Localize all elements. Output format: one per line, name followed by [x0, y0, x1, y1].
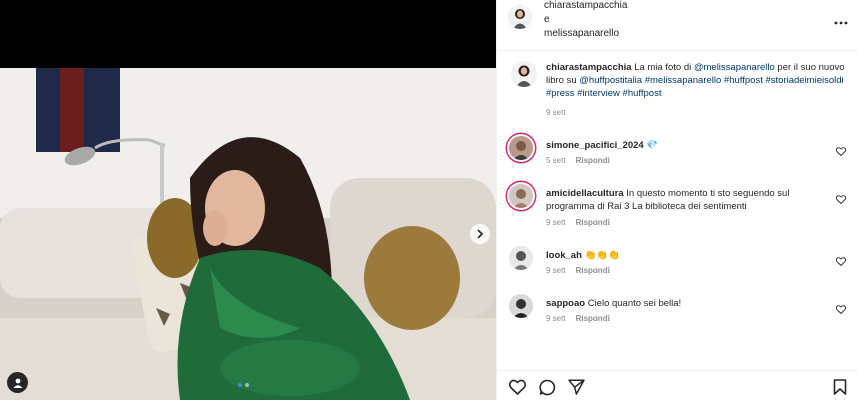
post-media: [0, 0, 496, 400]
comment-like-button[interactable]: [835, 143, 847, 161]
comment-like-button[interactable]: [835, 301, 847, 319]
comment-text: look_ah 👏👏👏: [546, 249, 816, 262]
authors-conjunction: e: [544, 14, 550, 25]
comment-time: 9 sett: [546, 218, 566, 227]
reply-button[interactable]: Rispondi: [576, 156, 610, 165]
tagged-users-button[interactable]: [7, 372, 28, 393]
caption-body-1: La mia foto di: [634, 62, 694, 73]
heart-icon: [508, 379, 527, 396]
caption-mention-2[interactable]: @huffpostitalia: [579, 75, 642, 86]
more-options-icon: [834, 21, 848, 25]
post-header: chiarastampacchia e melissapanarello: [497, 0, 857, 51]
heart-icon: [835, 257, 847, 267]
commenter-avatar[interactable]: [509, 294, 533, 318]
reply-button[interactable]: Rispondi: [576, 314, 610, 323]
reply-button[interactable]: Rispondi: [576, 218, 610, 227]
save-button[interactable]: [833, 379, 847, 400]
comment-text: simone_pacifici_2024 💎: [546, 139, 816, 152]
comment-body: 👏👏👏: [584, 250, 621, 261]
user-icon: [13, 378, 22, 388]
caption-username[interactable]: chiarastampacchia: [546, 62, 632, 73]
carousel-next-button[interactable]: [470, 224, 490, 244]
comment-time: 5 sett: [546, 156, 566, 165]
caption-mention-1[interactable]: @melissapanarello: [694, 62, 775, 73]
caption-avatar[interactable]: [511, 61, 537, 87]
post-authors: chiarastampacchia e melissapanarello: [544, 0, 627, 40]
like-button[interactable]: [508, 379, 527, 400]
carousel-dot: [245, 383, 249, 387]
post-actions: [497, 370, 857, 401]
comment-username[interactable]: amicidellacultura: [546, 188, 624, 199]
comment-meta: 5 sett Rispondi: [546, 156, 610, 165]
comment-text: amicidellacultura In questo momento ti s…: [546, 187, 816, 213]
caption-time: 9 sett: [546, 108, 566, 117]
author-username[interactable]: chiarastampacchia: [544, 0, 627, 12]
comment-meta: 9 sett Rispondi: [546, 314, 610, 323]
comment-body: 💎: [646, 140, 659, 151]
comment-like-button[interactable]: [835, 253, 847, 271]
heart-icon: [835, 305, 847, 315]
commenter-avatar[interactable]: [509, 136, 533, 160]
commenter-avatar[interactable]: [509, 246, 533, 270]
post-photo[interactable]: [0, 68, 496, 400]
save-icon: [833, 379, 847, 395]
comment-username[interactable]: simone_pacifici_2024: [546, 140, 644, 151]
heart-icon: [835, 147, 847, 157]
comment-username[interactable]: look_ah: [546, 250, 582, 261]
carousel-dots: [238, 383, 249, 387]
share-icon: [568, 379, 585, 395]
post-sidebar: chiarastampacchia e melissapanarello chi…: [496, 0, 857, 400]
heart-icon: [835, 195, 847, 205]
author-avatar[interactable]: [508, 5, 532, 29]
comment-body: Cielo quanto sei bella!: [587, 298, 682, 309]
reply-button[interactable]: Rispondi: [576, 266, 610, 275]
comment-time: 9 sett: [546, 314, 566, 323]
more-options-button[interactable]: [834, 12, 848, 28]
comment-meta: 9 sett Rispondi: [546, 218, 610, 227]
comment-meta: 9 sett Rispondi: [546, 266, 610, 275]
commenter-avatar[interactable]: [509, 184, 533, 208]
comment-time: 9 sett: [546, 266, 566, 275]
share-button[interactable]: [568, 379, 585, 400]
comment-button[interactable]: [539, 379, 556, 401]
chevron-right-icon: [477, 229, 484, 239]
comment-like-button[interactable]: [835, 191, 847, 209]
comment-icon: [539, 379, 556, 396]
caption-text: chiarastampacchia La mia foto di @meliss…: [546, 61, 846, 100]
comment-username[interactable]: sappoao: [546, 298, 585, 309]
carousel-dot-active: [238, 383, 242, 387]
coauthor-username[interactable]: melissapanarello: [544, 27, 627, 40]
comment-text: sappoao Cielo quanto sei bella!: [546, 297, 816, 310]
